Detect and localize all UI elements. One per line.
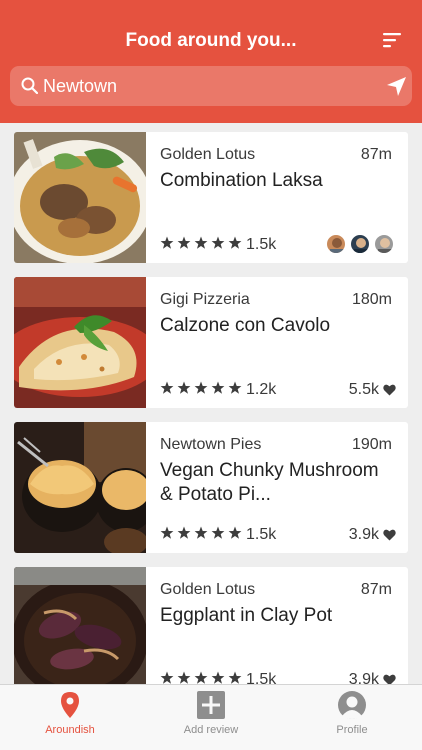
like-count-value: 5.5k bbox=[348, 381, 379, 398]
like-count-value: 3.9k bbox=[348, 671, 379, 684]
dish-name: Vegan Chunky Mushroom & Potato Pi... bbox=[160, 460, 379, 505]
dish-name: Combination Laksa bbox=[160, 170, 323, 191]
food-card[interactable]: Gigi Pizzeria 180m Calzone con Cavolo 1.… bbox=[14, 277, 408, 408]
plus-square-icon bbox=[197, 691, 225, 719]
distance-label: 190m bbox=[351, 436, 392, 453]
food-photo bbox=[14, 132, 146, 263]
like-count[interactable]: 3.9k bbox=[349, 671, 396, 684]
avatar bbox=[350, 234, 370, 254]
star-rating bbox=[160, 526, 242, 539]
heart-icon bbox=[383, 674, 396, 684]
tab-aroundish[interactable]: Aroundish bbox=[0, 685, 140, 750]
reviewer-avatars[interactable] bbox=[326, 234, 396, 254]
avatar bbox=[374, 234, 394, 254]
food-card[interactable]: Newtown Pies 190m Vegan Chunky Mushroom … bbox=[14, 422, 408, 553]
star-rating bbox=[160, 236, 242, 249]
restaurant-name: Newtown Pies bbox=[160, 436, 262, 453]
food-list[interactable]: Golden Lotus 87m Combination Laksa 1.5k bbox=[0, 123, 422, 684]
distance-label: 87m bbox=[360, 581, 392, 598]
restaurant-name: Golden Lotus bbox=[160, 581, 256, 598]
food-photo bbox=[14, 277, 146, 408]
filter-icon[interactable] bbox=[383, 32, 401, 48]
review-count: 1.5k bbox=[246, 671, 277, 684]
food-card[interactable]: Golden Lotus 87m Combination Laksa 1.5k bbox=[14, 132, 408, 263]
dish-name: Calzone con Cavolo bbox=[160, 315, 331, 336]
food-photo bbox=[14, 567, 146, 684]
tab-profile[interactable]: Profile bbox=[282, 685, 422, 750]
heart-icon bbox=[383, 384, 396, 396]
tab-bar: Aroundish Add review Profile bbox=[0, 684, 422, 750]
search-icon bbox=[21, 77, 38, 94]
like-count[interactable]: 3.9k bbox=[349, 526, 396, 544]
food-card[interactable]: Golden Lotus 87m Eggplant in Clay Pot 1.… bbox=[14, 567, 408, 684]
food-photo bbox=[14, 422, 146, 553]
tab-label: Aroundish bbox=[45, 724, 95, 736]
distance-label: 87m bbox=[360, 146, 392, 163]
heart-icon bbox=[383, 529, 396, 541]
restaurant-name: Golden Lotus bbox=[160, 146, 256, 163]
tab-label: Add review bbox=[183, 724, 239, 736]
review-count: 1.5k bbox=[246, 236, 277, 253]
search-bar[interactable] bbox=[10, 66, 412, 106]
tab-label: Profile bbox=[336, 724, 368, 736]
search-input[interactable] bbox=[43, 71, 363, 101]
distance-label: 180m bbox=[351, 291, 392, 308]
app-header: Food around you... bbox=[0, 0, 422, 123]
page-title: Food around you... bbox=[125, 30, 297, 51]
star-rating bbox=[160, 381, 242, 394]
like-count[interactable]: 5.5k bbox=[349, 381, 396, 399]
location-pin-icon bbox=[61, 692, 79, 718]
person-icon bbox=[338, 691, 366, 719]
like-count-value: 3.9k bbox=[348, 526, 379, 543]
avatar bbox=[326, 234, 346, 254]
dish-name: Eggplant in Clay Pot bbox=[160, 605, 333, 626]
star-rating bbox=[160, 671, 242, 684]
location-arrow-icon[interactable] bbox=[386, 76, 407, 97]
tab-add-review[interactable]: Add review bbox=[141, 685, 281, 750]
review-count: 1.5k bbox=[246, 526, 277, 543]
restaurant-name: Gigi Pizzeria bbox=[160, 291, 250, 308]
review-count: 1.2k bbox=[246, 381, 277, 398]
